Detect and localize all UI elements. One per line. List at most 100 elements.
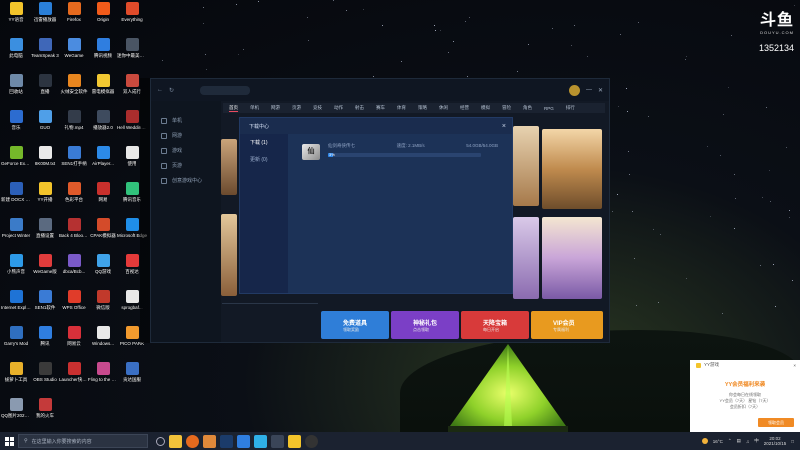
client-tab[interactable]: 射击	[355, 105, 364, 111]
volume-icon[interactable]: ♫	[746, 439, 749, 444]
game-card[interactable]	[221, 214, 237, 296]
desktop-icon[interactable]: 直播	[31, 74, 59, 106]
sidebar-item[interactable]: 页游	[151, 158, 221, 173]
promo-banner-3[interactable]: VIP会员 专属福利	[531, 311, 603, 339]
dialog-close-icon[interactable]: ×	[502, 123, 506, 130]
game-card[interactable]	[542, 217, 602, 299]
desktop-icon[interactable]: 迅雷播放器	[31, 2, 59, 34]
taskbar-explorer-icon[interactable]	[169, 434, 182, 448]
weather-temp[interactable]: 16°C	[713, 439, 723, 444]
client-tab[interactable]: 单机	[250, 105, 259, 111]
desktop-icon[interactable]: Project Winter	[2, 218, 30, 250]
client-tab[interactable]: 首页	[229, 105, 238, 112]
game-card[interactable]	[542, 129, 602, 209]
game-card[interactable]	[513, 217, 539, 299]
desktop-icon[interactable]: 8K00M.txt	[31, 146, 59, 178]
client-tab[interactable]: 动作	[334, 105, 343, 111]
taskbar-app-icon[interactable]	[237, 434, 250, 448]
desktop-icon[interactable]: YY开播	[31, 182, 59, 214]
taskbar-app-icon[interactable]	[254, 434, 267, 448]
desktop-icon[interactable]: TeamSpeak 3	[31, 38, 59, 70]
close-icon[interactable]: ✕	[598, 87, 603, 94]
taskbar-plane-icon[interactable]	[271, 434, 284, 448]
desktop-icon[interactable]: 此电脑	[2, 38, 30, 70]
claim-membership-button[interactable]: 领取会员	[758, 418, 794, 427]
desktop-icon[interactable]: 腾讯	[31, 326, 59, 358]
desktop-icon[interactable]: 网易	[89, 182, 117, 214]
desktop-icon[interactable]: 网易云	[60, 326, 88, 358]
desktop-icon[interactable]: 我的火车	[31, 398, 59, 430]
desktop-icon[interactable]: 回收站	[2, 74, 30, 106]
desktop-icon[interactable]: Launcher快捷方式	[59, 362, 89, 394]
desktop-icon[interactable]: 音乐	[2, 110, 30, 142]
download-item[interactable]: 仙 仙剑奇侠传七 速度: 2.1MB/s 54.0GB/54.0GB 3%	[302, 142, 498, 166]
minimize-icon[interactable]: —	[586, 87, 592, 93]
desktop-icon[interactable]: WPS Office	[60, 290, 88, 322]
taskbar-obs-icon[interactable]	[305, 434, 318, 448]
desktop-icon[interactable]: 播放器2.0	[89, 110, 117, 142]
client-tab[interactable]: 网游	[271, 105, 280, 111]
client-tab[interactable]: 竞技	[313, 105, 322, 111]
desktop-icon[interactable]: OBS Studio	[31, 362, 59, 394]
taskview-icon[interactable]	[156, 436, 165, 446]
desktop-icon[interactable]: GeForce Experience	[1, 146, 31, 178]
taskbar-clock[interactable]: 20:02 2021/10/15	[764, 436, 787, 447]
desktop-icon[interactable]: WeGame	[60, 38, 88, 70]
desktop-icon[interactable]: Windows...	[89, 326, 117, 358]
client-tab[interactable]: 冒险	[502, 105, 511, 111]
desktop-icon[interactable]: Garry's Mod	[2, 326, 30, 358]
desktop-icon[interactable]: 色彩平台	[60, 182, 88, 214]
client-tab[interactable]: 经营	[460, 105, 469, 111]
desktop-icon[interactable]: SEN1打手柄	[60, 146, 88, 178]
promo-banner-1[interactable]: 神秘礼包 点击领取	[391, 311, 459, 339]
desktop-icon[interactable]: 新建 DOCX 文档.docx	[1, 182, 31, 214]
desktop-icon[interactable]: Internet Explorer	[1, 290, 31, 322]
game-card[interactable]	[513, 126, 539, 206]
notification-close-icon[interactable]: ×	[793, 363, 796, 368]
desktop-icon[interactable]: WeGame版	[31, 254, 59, 286]
client-tab[interactable]: 赛车	[376, 105, 385, 111]
desktop-icon[interactable]: QQ图片20210...	[1, 398, 31, 430]
taskbar-app-icon[interactable]	[203, 434, 216, 448]
client-tab[interactable]: 休闲	[439, 105, 448, 111]
desktop-icon[interactable]: YY语音	[2, 2, 30, 34]
client-tab[interactable]: 排行	[566, 105, 575, 111]
client-tab[interactable]: 策略	[418, 105, 427, 111]
tray-chevron-up-icon[interactable]: ⌃	[728, 438, 732, 444]
sidebar-item[interactable]: 游戏	[151, 143, 221, 158]
client-tab[interactable]: 体育	[397, 105, 406, 111]
desktop-icon[interactable]: SEN1软件	[31, 290, 59, 322]
sidebar-item[interactable]: 单机	[151, 113, 221, 128]
desktop-icon[interactable]: 微信版	[89, 290, 117, 322]
sidebar-item[interactable]: 创意游戏中心	[151, 173, 221, 188]
dialog-tab-downloads[interactable]: 下载 (1)	[240, 134, 288, 151]
desktop-icon[interactable]: AirPlayer...	[89, 146, 117, 178]
desktop-icon[interactable]: 礼物.mp4	[60, 110, 88, 142]
desktop-icon[interactable]: dbca/Bcb...	[60, 254, 88, 286]
desktop-icon[interactable]: 小熊声音	[2, 254, 30, 286]
desktop-icon[interactable]: 腾讯视频	[89, 38, 117, 70]
sidebar-item[interactable]: 网游	[151, 128, 221, 143]
desktop-icon[interactable]: Origin	[89, 2, 117, 34]
refresh-icon[interactable]: ↻	[169, 87, 174, 94]
network-icon[interactable]: ▤	[737, 438, 741, 444]
desktop-icon[interactable]: 直播设置	[31, 218, 59, 250]
notification-center-icon[interactable]: □	[791, 439, 794, 444]
taskbar-firefox-icon[interactable]	[186, 434, 199, 448]
client-tab[interactable]: 模拟	[481, 105, 490, 111]
client-search-input[interactable]	[200, 85, 251, 95]
start-button[interactable]	[0, 432, 18, 450]
taskbar-app-icon[interactable]	[288, 434, 301, 448]
desktop-icon[interactable]: QQ游戏	[89, 254, 117, 286]
taskbar-steam-icon[interactable]	[220, 434, 233, 448]
desktop-icon[interactable]: CPAK模拟器	[89, 218, 117, 250]
promo-banner-0[interactable]: 免费道具 领取奖励	[321, 311, 389, 339]
taskbar-search-input[interactable]: ⚲ 在这里输入你要搜索的内容	[18, 434, 148, 448]
desktop-icon[interactable]: 迷你中最美的英.mov	[117, 38, 147, 70]
desktop-icon[interactable]: Back 4 Blood Beta	[59, 218, 89, 250]
desktop-icon[interactable]: Firefox	[60, 2, 88, 34]
game-card[interactable]	[221, 139, 237, 195]
desktop-icon[interactable]: Fling to the Finish	[88, 362, 118, 394]
desktop-icon[interactable]: 贡达国服	[118, 362, 146, 394]
client-tab[interactable]: 页游	[292, 105, 301, 111]
